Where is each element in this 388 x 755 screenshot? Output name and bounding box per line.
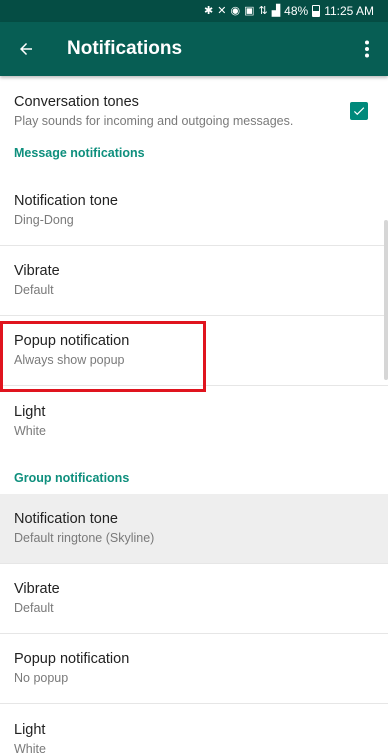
row-subtitle: Default [14, 601, 54, 615]
battery-icon [312, 5, 321, 17]
group-popup-notification-row[interactable]: Popup notification No popup [0, 634, 388, 704]
row-title: Vibrate [14, 581, 60, 597]
row-title: Light [14, 403, 46, 420]
row-subtitle: Ding-Dong [14, 213, 74, 227]
message-notification-tone-row[interactable]: Notification tone Ding-Dong [0, 176, 388, 246]
page-title: Notifications [67, 38, 183, 59]
row-subtitle: Always show popup [14, 353, 125, 367]
row-subtitle: Default [14, 283, 54, 297]
arrow-back-icon [20, 43, 32, 55]
row-title: Popup notification [14, 333, 130, 349]
more-options-button[interactable] [346, 22, 388, 76]
group-notification-tone-row[interactable]: Notification tone Default ringtone (Skyl… [0, 494, 388, 564]
mute-icon: ✕ [217, 4, 227, 17]
signal-icon: ▟ [271, 4, 281, 17]
row-title: Vibrate [14, 263, 60, 279]
battery-percent: 48% [284, 4, 309, 18]
bluetooth-icon: ✱ [204, 4, 214, 17]
status-time: 11:25 AM [324, 4, 374, 18]
data-icon: ⇅ [258, 4, 268, 17]
row-subtitle: White [14, 741, 46, 755]
row-title: Popup notification [14, 651, 130, 667]
row-subtitle: White [14, 423, 46, 438]
settings-list: Conversation tones Play sounds for incom… [0, 76, 388, 755]
row-subtitle: Default ringtone (Skyline) [14, 531, 155, 545]
message-notifications-header: Message notifications [14, 146, 145, 160]
row-subtitle: No popup [14, 671, 69, 685]
conversation-tones-title: Conversation tones [14, 93, 139, 110]
message-vibrate-row[interactable]: Vibrate Default [0, 246, 388, 316]
more-vert-icon [365, 40, 369, 58]
row-title: Notification tone [14, 511, 118, 527]
group-vibrate-row[interactable]: Vibrate Default [0, 564, 388, 634]
row-title: Light [14, 721, 46, 738]
message-light-row[interactable]: Light White [0, 386, 388, 456]
status-icons: ✱ ✕ ◉ ▣ ⇅ ▟ 48% 11:25 AM [204, 4, 374, 18]
scrollbar[interactable] [384, 220, 388, 380]
checkmark-icon [353, 107, 365, 116]
group-light-row[interactable]: Light White [0, 704, 388, 755]
row-title: Notification tone [14, 193, 118, 209]
conversation-tones-row[interactable]: Conversation tones Play sounds for incom… [0, 76, 388, 146]
back-button[interactable] [0, 22, 52, 76]
conversation-tones-subtitle: Play sounds for incoming and outgoing me… [14, 113, 294, 128]
status-bar: ✱ ✕ ◉ ▣ ⇅ ▟ 48% 11:25 AM [0, 0, 388, 22]
toolbar: Notifications [0, 22, 388, 76]
conversation-tones-checkbox[interactable] [350, 102, 368, 120]
alarm-icon: ◉ [230, 4, 241, 17]
group-notifications-header: Group notifications [14, 471, 130, 485]
notification-icon: ▣ [244, 4, 255, 17]
message-popup-notification-row[interactable]: Popup notification Always show popup [0, 316, 388, 386]
